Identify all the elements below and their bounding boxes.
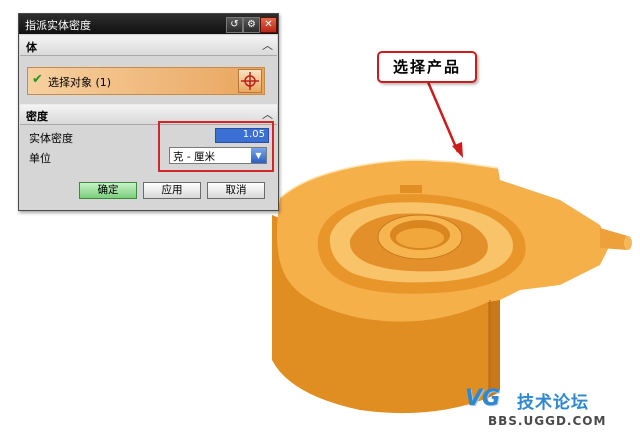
select-object-row[interactable]: ✔ 选择对象 (1) <box>27 67 265 95</box>
body-section-header[interactable]: 体 ︿ <box>20 35 277 56</box>
apply-button[interactable]: 应用 <box>143 182 201 199</box>
cancel-button[interactable]: 取消 <box>207 182 265 199</box>
body-section-label: 体 <box>26 41 37 54</box>
watermark-forum: 技术论坛 <box>517 393 589 413</box>
unit-select-value: 克 - 厘米 <box>173 151 215 163</box>
select-object-button[interactable] <box>238 69 262 93</box>
model-pin <box>600 228 628 250</box>
chevron-down-icon[interactable]: ▼ <box>251 148 266 163</box>
watermark-url: BBS.UGGD.COM <box>488 414 607 428</box>
checkmark-icon: ✔ <box>32 72 43 87</box>
chevron-up-icon[interactable]: ︿ <box>262 37 273 53</box>
callout-select-product: 选择产品 <box>377 51 477 83</box>
reset-icon[interactable]: ↺ <box>226 17 243 33</box>
dialog-titlebar: 指派实体密度 ↺ ⚙ ✕ <box>19 14 278 34</box>
crosshair-icon <box>241 72 259 90</box>
unit-label: 单位 <box>29 152 51 165</box>
ok-button[interactable]: 确定 <box>79 182 137 199</box>
model-notch <box>400 185 422 193</box>
callout-arrow <box>426 81 460 153</box>
model-boss-hole-inner <box>396 228 444 248</box>
close-button[interactable]: ✕ <box>260 17 277 33</box>
assign-density-dialog: 指派实体密度 ↺ ⚙ ✕ 体 ︿ ✔ 选择对象 (1) 密度 ︿ 实体密度 单位… <box>18 13 279 211</box>
select-object-label: 选择对象 (1) <box>48 76 112 89</box>
chevron-up-icon[interactable]: ︿ <box>262 106 273 122</box>
dialog-title: 指派实体密度 <box>25 19 91 32</box>
density-input[interactable]: 1.05 <box>215 128 269 143</box>
watermark-logo: VG <box>465 386 501 411</box>
density-label: 实体密度 <box>29 132 73 145</box>
density-section-label: 密度 <box>26 110 48 123</box>
gear-icon[interactable]: ⚙ <box>243 17 260 33</box>
unit-select[interactable]: 克 - 厘米 ▼ <box>169 147 267 164</box>
